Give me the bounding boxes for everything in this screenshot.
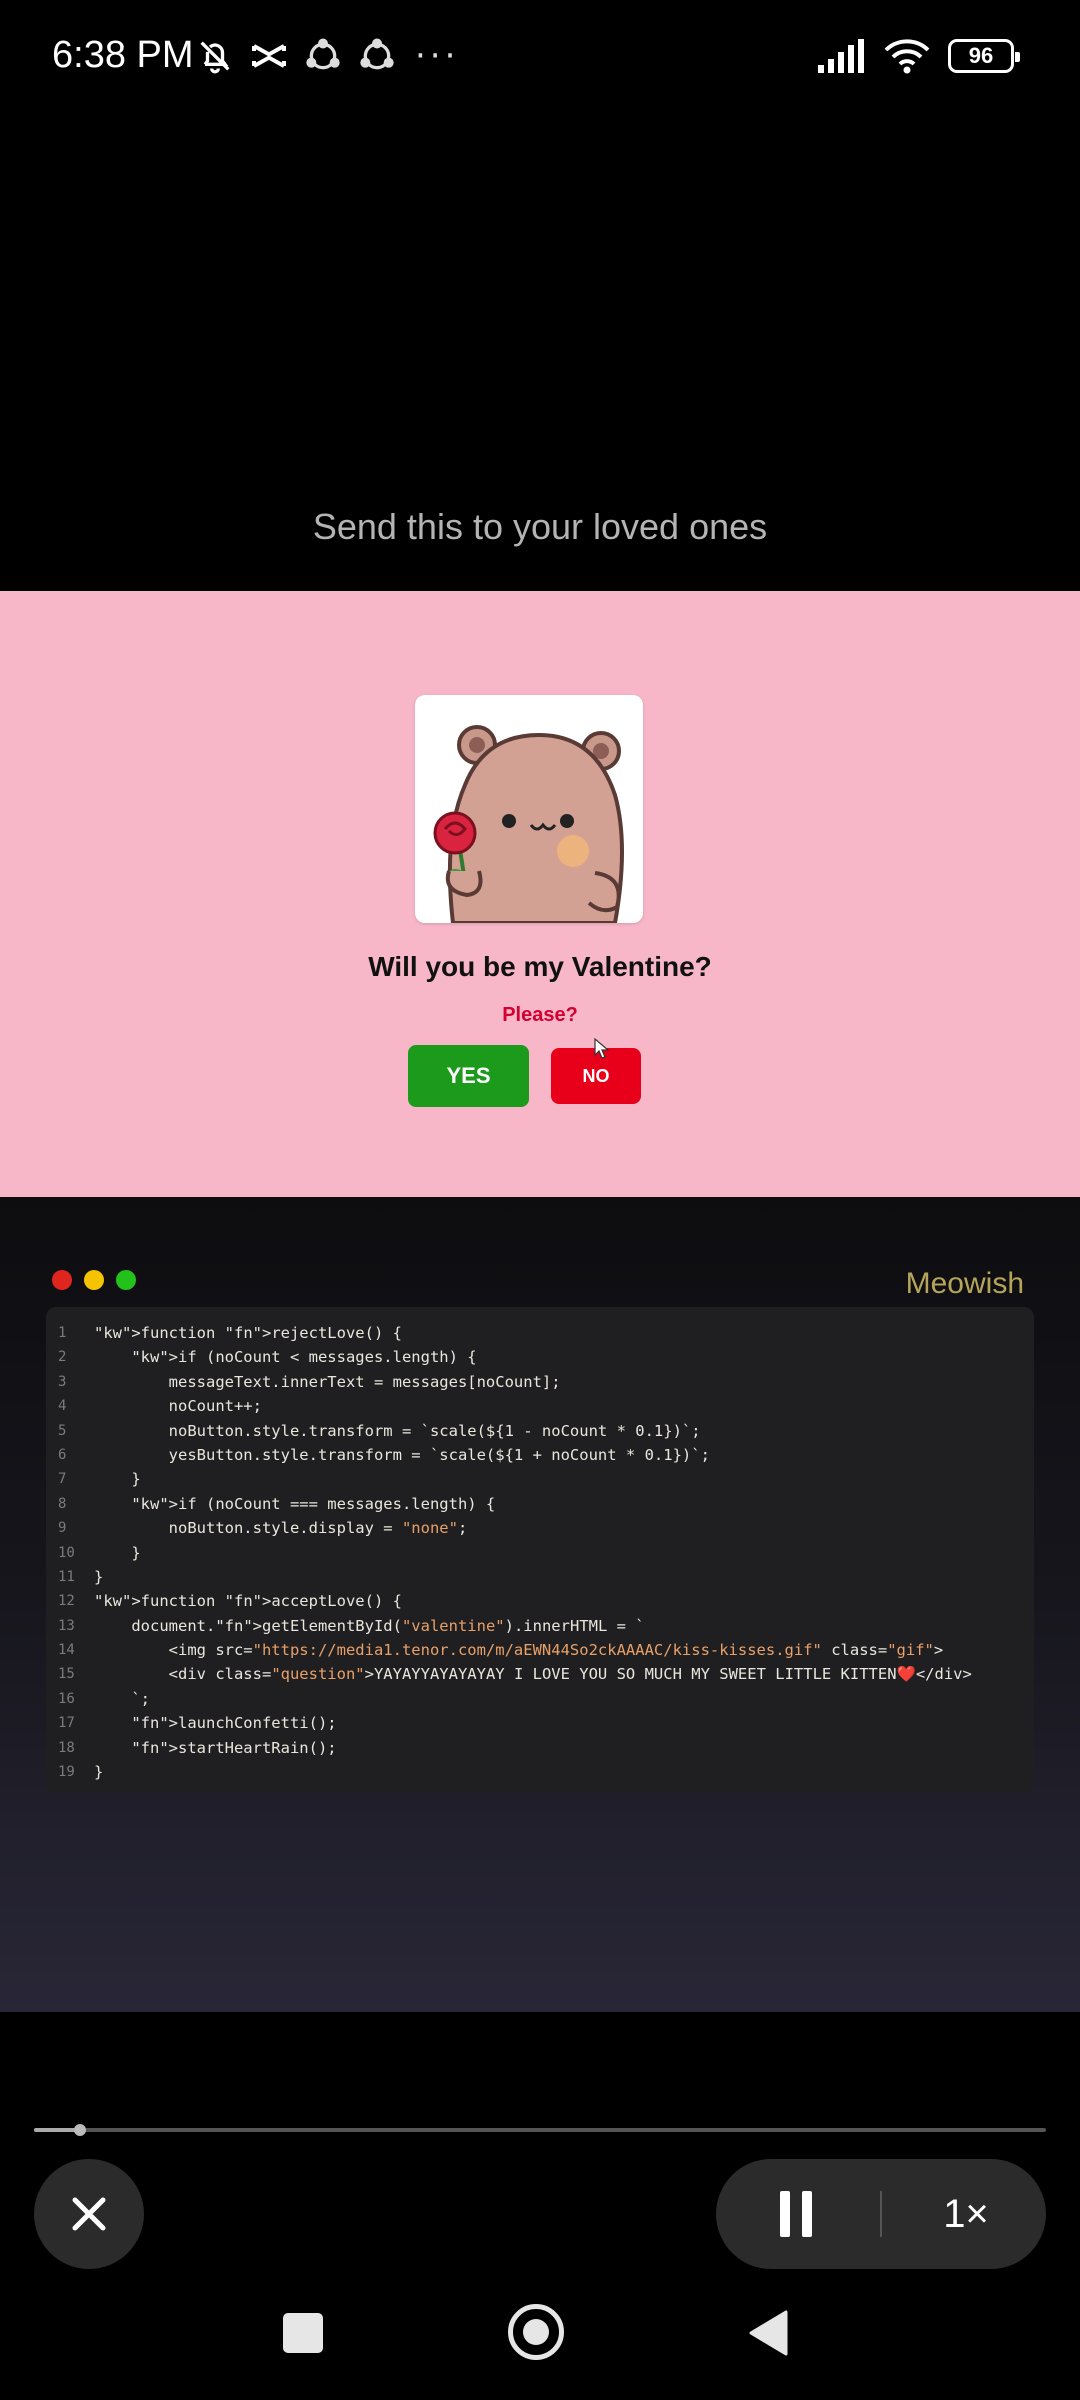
bear-image xyxy=(415,695,643,923)
capcut-icon xyxy=(252,44,286,68)
line-number: 13 xyxy=(58,1617,75,1634)
line-number: 4 xyxy=(58,1398,67,1415)
code-text: noButton.style.transform = `scale(${1 - … xyxy=(94,1421,701,1440)
code-text: "fn">startHeartRain(); xyxy=(131,1738,337,1757)
home-button[interactable] xyxy=(508,2304,564,2360)
code-panel: 1 "kw">function "fn">rejectLove() { 2 "kw"… xyxy=(46,1307,1034,1792)
line-number: 3 xyxy=(58,1373,67,1390)
code-line: 19} xyxy=(46,1760,1034,1784)
brand-watermark: Meowish xyxy=(905,1267,1024,1300)
code-line: 14 <img src="https://media1.tenor.com/m/… xyxy=(46,1638,1034,1662)
line-number: 15 xyxy=(58,1666,75,1683)
playback-controls: 1× xyxy=(716,2159,1046,2269)
code-text: } xyxy=(94,1543,141,1562)
line-number: 18 xyxy=(58,1739,75,1756)
code-lines: 1 "kw">function "fn">rejectLove() { 2 "kw"… xyxy=(46,1321,1034,1784)
playback-speed-button[interactable]: 1× xyxy=(916,2184,1016,2244)
line-number: 2 xyxy=(58,1349,67,1366)
wifi-icon xyxy=(884,39,930,74)
code-text: "kw">if (noCount === messages.length) { xyxy=(131,1494,496,1513)
line-number: 11 xyxy=(58,1568,75,1585)
code-line: 18 "fn">startHeartRain(); xyxy=(46,1736,1034,1760)
code-line: 5 noButton.style.transform = `scale(${1 … xyxy=(46,1419,1034,1443)
code-text: yesButton.style.transform = `scale(${1 +… xyxy=(94,1445,710,1464)
valentine-demo: Will you be my Valentine? Please? YES NO xyxy=(0,591,1080,1197)
code-line: 1 "kw">function "fn">rejectLove() { xyxy=(46,1321,1034,1345)
progress-knob[interactable] xyxy=(73,2124,86,2136)
code-text: noButton.style.display = "none"; xyxy=(94,1519,468,1538)
video-caption: Send this to your loved ones xyxy=(312,506,768,547)
line-number: 1 xyxy=(58,1325,67,1341)
code-line: 6 yesButton.style.transform = `scale(${1… xyxy=(46,1443,1034,1467)
code-text: document."fn">getElementById("valentine"… xyxy=(94,1616,645,1635)
yes-button[interactable]: YES xyxy=(408,1045,529,1107)
line-number: 14 xyxy=(58,1642,75,1659)
status-time: 6:38 PM xyxy=(52,34,194,76)
line-number: 9 xyxy=(58,1520,67,1537)
notification-icons: ··· xyxy=(195,36,459,76)
code-text: "kw">function "fn">acceptLove() { xyxy=(94,1592,402,1611)
code-text: <div class="question">YAYAYYAYAYAYAY I L… xyxy=(94,1665,972,1684)
share-icon xyxy=(360,38,394,70)
code-line: 11} xyxy=(46,1565,1034,1589)
code-line: 3 messageText.innerText = messages[noCou… xyxy=(46,1370,1034,1394)
code-line: 12 "kw">function "fn">acceptLove() { xyxy=(46,1589,1034,1613)
code-text: "fn">launchConfetti(); xyxy=(131,1714,337,1733)
more-notifications-indicator: ··· xyxy=(415,36,460,76)
valentine-question: Will you be my Valentine? xyxy=(368,951,712,982)
close-button[interactable] xyxy=(34,2159,144,2269)
battery-icon: 96 xyxy=(948,39,1020,73)
code-line: 10 } xyxy=(46,1541,1034,1565)
code-section: Meowish 1 "kw">function "fn">rejectLove()… xyxy=(0,1197,1080,2012)
code-text: messageText.innerText = messages[noCount… xyxy=(94,1372,561,1391)
controls-divider xyxy=(880,2191,882,2237)
battery-level: 96 xyxy=(968,43,994,68)
close-icon xyxy=(72,2197,106,2231)
recent-apps-button[interactable] xyxy=(283,2313,323,2353)
code-text: "kw">function "fn">rejectLove() { xyxy=(94,1324,402,1342)
code-line: 8 "kw">if (noCount === messages.length) … xyxy=(46,1492,1034,1516)
progress-fill xyxy=(34,2128,80,2132)
back-button[interactable] xyxy=(748,2310,788,2356)
line-number: 17 xyxy=(58,1715,75,1732)
code-line: 16 `; xyxy=(46,1687,1034,1711)
line-number: 19 xyxy=(58,1764,75,1781)
line-number: 7 xyxy=(58,1471,67,1488)
line-number: 12 xyxy=(58,1593,75,1610)
share-icon xyxy=(306,38,340,70)
code-line: 13 document."fn">getElementById("valenti… xyxy=(46,1614,1034,1638)
code-line: 15 <div class="question">YAYAYYAYAYAYAY … xyxy=(46,1662,1034,1686)
code-text: } xyxy=(94,1763,104,1782)
code-text: noCount++; xyxy=(94,1397,262,1416)
mouse-cursor-icon xyxy=(594,1038,610,1059)
code-text: <img src="https://media1.tenor.com/m/aEW… xyxy=(94,1641,944,1660)
code-text: } xyxy=(94,1567,104,1586)
line-number: 10 xyxy=(58,1544,75,1561)
bell-off-icon xyxy=(200,41,230,74)
code-text: "kw">if (noCount < messages.length) { xyxy=(131,1348,477,1367)
bear-with-rose-icon xyxy=(433,725,624,923)
line-number: 16 xyxy=(58,1690,75,1707)
status-bar: 6:38 PM ··· 96 xyxy=(0,0,1080,115)
please-message: Please? xyxy=(502,1004,578,1026)
code-line: 7 } xyxy=(46,1467,1034,1491)
line-number: 8 xyxy=(58,1495,67,1512)
code-text: } xyxy=(94,1470,141,1489)
system-icons: 96 xyxy=(816,38,1020,74)
minimize-window-dot xyxy=(84,1270,104,1290)
line-number: 5 xyxy=(58,1422,67,1439)
video-progress-bar[interactable] xyxy=(34,2124,1046,2136)
code-text: `; xyxy=(94,1689,150,1708)
code-line: 17 "fn">launchConfetti(); xyxy=(46,1711,1034,1735)
code-line: 2 "kw">if (noCount < messages.length) { xyxy=(46,1345,1034,1369)
maximize-window-dot xyxy=(116,1270,136,1290)
line-number: 6 xyxy=(58,1446,67,1463)
pause-button[interactable] xyxy=(766,2184,826,2244)
pause-icon xyxy=(780,2191,812,2237)
signal-icon xyxy=(818,39,864,73)
code-line: 4 noCount++; xyxy=(46,1394,1034,1418)
code-line: 9 noButton.style.display = "none"; xyxy=(46,1516,1034,1540)
close-window-dot xyxy=(52,1270,72,1290)
